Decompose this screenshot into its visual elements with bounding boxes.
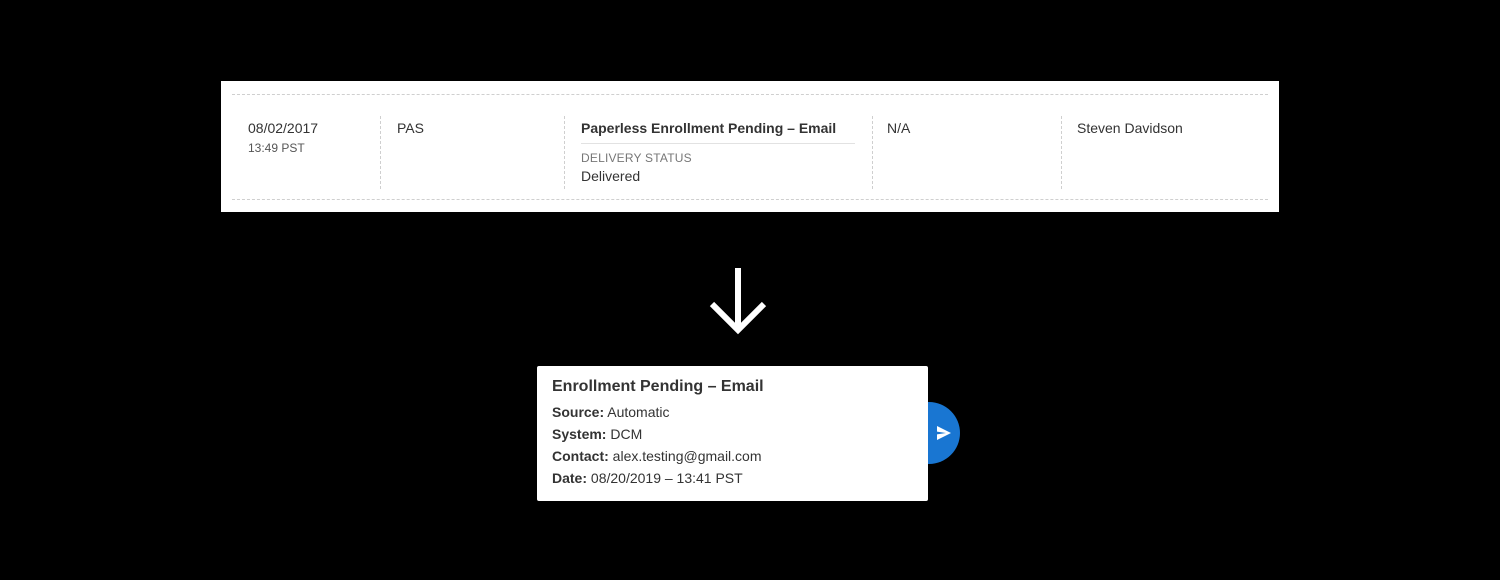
detail-source: Source: Automatic xyxy=(552,401,913,423)
detail-source-value: Automatic xyxy=(607,404,670,420)
table-row[interactable]: 08/02/2017 13:49 PST PAS Paperless Enrol… xyxy=(232,94,1268,200)
event-cell: Paperless Enrollment Pending – Email DEL… xyxy=(565,116,873,189)
detail-contact-label: Contact: xyxy=(552,448,609,464)
detail-system: System: DCM xyxy=(552,423,913,445)
record-system: PAS xyxy=(397,120,424,136)
arrow-down-icon xyxy=(709,268,767,335)
delivery-status-value: Delivered xyxy=(581,168,641,184)
record-date: 08/02/2017 xyxy=(248,120,319,136)
detail-date: Date: 08/20/2019 – 13:41 PST xyxy=(552,467,913,489)
contact-cell: N/A xyxy=(873,116,1062,189)
record-time: 13:49 PST xyxy=(248,141,305,155)
detail-date-value: 08/20/2019 – 13:41 PST xyxy=(590,470,743,486)
system-cell: PAS xyxy=(381,116,565,189)
event-detail-tooltip: Enrollment Pending – Email Source: Autom… xyxy=(537,366,928,501)
detail-title: Enrollment Pending – Email xyxy=(552,378,764,395)
communication-record-card: 08/02/2017 13:49 PST PAS Paperless Enrol… xyxy=(221,81,1279,212)
detail-contact: Contact: alex.testing@gmail.com xyxy=(552,445,913,467)
record-event-title: Paperless Enrollment Pending – Email xyxy=(581,120,855,144)
date-cell: 08/02/2017 13:49 PST xyxy=(248,116,381,189)
detail-source-label: Source: xyxy=(552,404,605,420)
send-icon xyxy=(937,426,951,440)
detail-system-value: DCM xyxy=(610,426,643,442)
record-user: Steven Davidson xyxy=(1077,120,1183,136)
user-cell: Steven Davidson xyxy=(1062,116,1262,188)
detail-contact-value: alex.testing@gmail.com xyxy=(612,448,762,464)
detail-system-label: System: xyxy=(552,426,607,442)
detail-date-label: Date: xyxy=(552,470,588,486)
record-contact: N/A xyxy=(887,120,911,136)
delivery-status-label: DELIVERY STATUS xyxy=(581,151,692,165)
